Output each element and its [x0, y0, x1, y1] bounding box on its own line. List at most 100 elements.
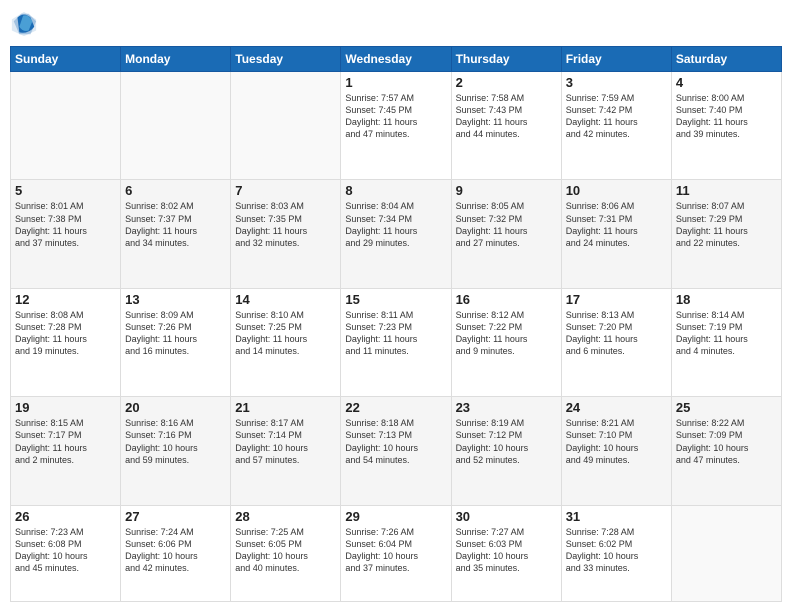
calendar-cell: 6 Sunrise: 8:02 AMSunset: 7:37 PMDaylight…: [121, 180, 231, 288]
calendar-cell: 19Sunrise: 8:15 AMSunset: 7:17 PMDayligh…: [11, 397, 121, 505]
day-number: 31: [566, 509, 667, 524]
day-info: Sunrise: 7:26 AMSunset: 6:04 PMDaylight:…: [345, 526, 446, 575]
calendar-header-row: SundayMondayTuesdayWednesdayThursdayFrid…: [11, 47, 782, 72]
day-info: Sunrise: 7:25 AMSunset: 6:05 PMDaylight:…: [235, 526, 336, 575]
day-number: 23: [456, 400, 557, 415]
calendar-cell: 8 Sunrise: 8:04 AMSunset: 7:34 PMDaylight…: [341, 180, 451, 288]
day-info: Sunrise: 8:02 AMSunset: 7:37 PMDaylight:…: [125, 200, 226, 249]
day-info: Sunrise: 8:22 AMSunset: 7:09 PMDaylight:…: [676, 417, 777, 466]
day-info: Sunrise: 8:12 AMSunset: 7:22 PMDaylight:…: [456, 309, 557, 358]
calendar-cell: 12 Sunrise: 8:08 AMSunset: 7:28 PMDayligh…: [11, 288, 121, 396]
day-number: 8: [345, 183, 446, 198]
calendar-body: 1 Sunrise: 7:57 AMSunset: 7:45 PMDaylight…: [11, 72, 782, 602]
calendar-cell: [11, 72, 121, 180]
calendar-cell: 13 Sunrise: 8:09 AMSunset: 7:26 PMDayligh…: [121, 288, 231, 396]
day-info: Sunrise: 8:09 AMSunset: 7:26 PMDaylight:…: [125, 309, 226, 358]
day-number: 5: [15, 183, 116, 198]
day-info: Sunrise: 7:23 AMSunset: 6:08 PMDaylight:…: [15, 526, 116, 575]
day-number: 25: [676, 400, 777, 415]
day-number: 2: [456, 75, 557, 90]
calendar-cell: 28 Sunrise: 7:25 AMSunset: 6:05 PMDayligh…: [231, 505, 341, 601]
calendar-cell: 29 Sunrise: 7:26 AMSunset: 6:04 PMDayligh…: [341, 505, 451, 601]
day-number: 14: [235, 292, 336, 307]
calendar-week-row: 12 Sunrise: 8:08 AMSunset: 7:28 PMDayligh…: [11, 288, 782, 396]
calendar-cell: 18 Sunrise: 8:14 AMSunset: 7:19 PMDayligh…: [671, 288, 781, 396]
day-info: Sunrise: 8:10 AMSunset: 7:25 PMDaylight:…: [235, 309, 336, 358]
day-info: Sunrise: 8:07 AMSunset: 7:29 PMDaylight:…: [676, 200, 777, 249]
weekday-header: Thursday: [451, 47, 561, 72]
day-info: Sunrise: 8:17 AMSunset: 7:14 PMDaylight:…: [235, 417, 336, 466]
day-number: 10: [566, 183, 667, 198]
day-number: 15: [345, 292, 446, 307]
day-info: Sunrise: 8:11 AMSunset: 7:23 PMDaylight:…: [345, 309, 446, 358]
day-info: Sunrise: 8:08 AMSunset: 7:28 PMDaylight:…: [15, 309, 116, 358]
calendar-cell: 23Sunrise: 8:19 AMSunset: 7:12 PMDayligh…: [451, 397, 561, 505]
day-number: 18: [676, 292, 777, 307]
day-info: Sunrise: 7:24 AMSunset: 6:06 PMDaylight:…: [125, 526, 226, 575]
calendar-table: SundayMondayTuesdayWednesdayThursdayFrid…: [10, 46, 782, 602]
day-info: Sunrise: 7:58 AMSunset: 7:43 PMDaylight:…: [456, 92, 557, 141]
day-info: Sunrise: 8:05 AMSunset: 7:32 PMDaylight:…: [456, 200, 557, 249]
day-info: Sunrise: 7:59 AMSunset: 7:42 PMDaylight:…: [566, 92, 667, 141]
calendar-cell: 22 Sunrise: 8:18 AMSunset: 7:13 PMDayligh…: [341, 397, 451, 505]
day-number: 6: [125, 183, 226, 198]
calendar-cell: 30Sunrise: 7:27 AMSunset: 6:03 PMDayligh…: [451, 505, 561, 601]
day-info: Sunrise: 7:57 AMSunset: 7:45 PMDaylight:…: [345, 92, 446, 141]
calendar-cell: 2 Sunrise: 7:58 AMSunset: 7:43 PMDaylight…: [451, 72, 561, 180]
header: [10, 10, 782, 38]
day-number: 28: [235, 509, 336, 524]
day-info: Sunrise: 7:27 AMSunset: 6:03 PMDaylight:…: [456, 526, 557, 575]
day-number: 1: [345, 75, 446, 90]
weekday-header: Wednesday: [341, 47, 451, 72]
day-info: Sunrise: 8:04 AMSunset: 7:34 PMDaylight:…: [345, 200, 446, 249]
calendar-cell: [231, 72, 341, 180]
weekday-header: Saturday: [671, 47, 781, 72]
calendar-cell: 14 Sunrise: 8:10 AMSunset: 7:25 PMDayligh…: [231, 288, 341, 396]
calendar-cell: 27Sunrise: 7:24 AMSunset: 6:06 PMDayligh…: [121, 505, 231, 601]
calendar-cell: 24Sunrise: 8:21 AMSunset: 7:10 PMDayligh…: [561, 397, 671, 505]
day-info: Sunrise: 8:03 AMSunset: 7:35 PMDaylight:…: [235, 200, 336, 249]
logo: [10, 10, 42, 38]
calendar-cell: [671, 505, 781, 601]
day-info: Sunrise: 8:14 AMSunset: 7:19 PMDaylight:…: [676, 309, 777, 358]
calendar-cell: 26Sunrise: 7:23 AMSunset: 6:08 PMDayligh…: [11, 505, 121, 601]
logo-icon: [10, 10, 38, 38]
calendar-cell: 4Sunrise: 8:00 AMSunset: 7:40 PMDaylight…: [671, 72, 781, 180]
day-number: 9: [456, 183, 557, 198]
weekday-header: Sunday: [11, 47, 121, 72]
calendar-cell: 17Sunrise: 8:13 AMSunset: 7:20 PMDayligh…: [561, 288, 671, 396]
day-info: Sunrise: 8:01 AMSunset: 7:38 PMDaylight:…: [15, 200, 116, 249]
calendar-cell: 10Sunrise: 8:06 AMSunset: 7:31 PMDayligh…: [561, 180, 671, 288]
day-number: 13: [125, 292, 226, 307]
calendar-cell: 16Sunrise: 8:12 AMSunset: 7:22 PMDayligh…: [451, 288, 561, 396]
day-number: 22: [345, 400, 446, 415]
calendar-cell: 9 Sunrise: 8:05 AMSunset: 7:32 PMDaylight…: [451, 180, 561, 288]
day-number: 11: [676, 183, 777, 198]
day-number: 19: [15, 400, 116, 415]
calendar-week-row: 19Sunrise: 8:15 AMSunset: 7:17 PMDayligh…: [11, 397, 782, 505]
day-number: 21: [235, 400, 336, 415]
day-info: Sunrise: 8:21 AMSunset: 7:10 PMDaylight:…: [566, 417, 667, 466]
day-number: 12: [15, 292, 116, 307]
day-number: 17: [566, 292, 667, 307]
calendar-cell: 15 Sunrise: 8:11 AMSunset: 7:23 PMDayligh…: [341, 288, 451, 396]
calendar-week-row: 26Sunrise: 7:23 AMSunset: 6:08 PMDayligh…: [11, 505, 782, 601]
day-number: 3: [566, 75, 667, 90]
calendar-cell: 25 Sunrise: 8:22 AMSunset: 7:09 PMDayligh…: [671, 397, 781, 505]
day-number: 7: [235, 183, 336, 198]
calendar-cell: 31 Sunrise: 7:28 AMSunset: 6:02 PMDayligh…: [561, 505, 671, 601]
calendar-week-row: 5 Sunrise: 8:01 AMSunset: 7:38 PMDaylight…: [11, 180, 782, 288]
day-number: 29: [345, 509, 446, 524]
day-info: Sunrise: 8:18 AMSunset: 7:13 PMDaylight:…: [345, 417, 446, 466]
day-info: Sunrise: 8:16 AMSunset: 7:16 PMDaylight:…: [125, 417, 226, 466]
calendar-cell: 20 Sunrise: 8:16 AMSunset: 7:16 PMDayligh…: [121, 397, 231, 505]
calendar-cell: 21 Sunrise: 8:17 AMSunset: 7:14 PMDayligh…: [231, 397, 341, 505]
calendar-cell: 11 Sunrise: 8:07 AMSunset: 7:29 PMDayligh…: [671, 180, 781, 288]
calendar-cell: 1 Sunrise: 7:57 AMSunset: 7:45 PMDaylight…: [341, 72, 451, 180]
calendar-cell: 3 Sunrise: 7:59 AMSunset: 7:42 PMDaylight…: [561, 72, 671, 180]
day-number: 20: [125, 400, 226, 415]
day-number: 4: [676, 75, 777, 90]
day-info: Sunrise: 7:28 AMSunset: 6:02 PMDaylight:…: [566, 526, 667, 575]
calendar-cell: 7 Sunrise: 8:03 AMSunset: 7:35 PMDaylight…: [231, 180, 341, 288]
weekday-header: Friday: [561, 47, 671, 72]
